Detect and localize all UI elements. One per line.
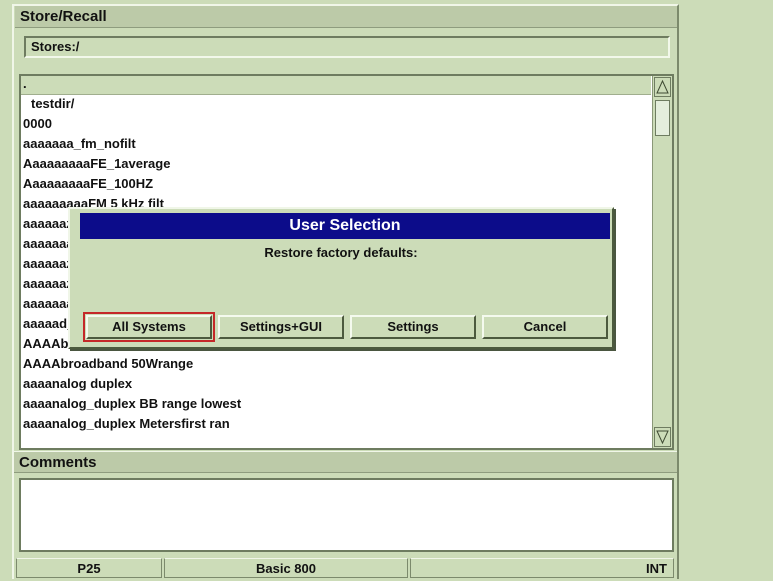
- comments-header: Comments: [14, 451, 677, 473]
- list-item[interactable]: aaaaaaa: [23, 294, 74, 314]
- list-item[interactable]: aaaaaaz: [23, 254, 73, 274]
- status-mode: Basic 800: [164, 558, 408, 578]
- status-bar: P25 Basic 800 INT: [14, 558, 677, 579]
- scroll-thumb[interactable]: [655, 100, 670, 136]
- list-item[interactable]: .: [23, 76, 27, 94]
- list-item[interactable]: aaaaaaz: [23, 214, 73, 234]
- list-item[interactable]: aaaaad_: [23, 314, 74, 334]
- list-item[interactable]: 0000: [23, 114, 52, 134]
- list-item[interactable]: aaaanalog duplex: [23, 374, 132, 394]
- list-item[interactable]: AaaaaaaaaFE_1average: [23, 154, 170, 174]
- triangle-up-icon: [656, 79, 669, 94]
- list-item[interactable]: aaaaaaa_fm_nofilt: [23, 134, 136, 154]
- list-scrollbar[interactable]: [652, 76, 672, 448]
- cancel-button[interactable]: Cancel: [482, 315, 608, 339]
- list-item[interactable]: aaaanalog_duplex BB range lowest: [23, 394, 241, 414]
- scroll-up-arrow[interactable]: [654, 77, 671, 97]
- user-selection-dialog: User Selection Restore factory defaults:…: [68, 207, 614, 349]
- status-reference: INT: [410, 558, 674, 578]
- status-protocol: P25: [16, 558, 162, 578]
- list-item[interactable]: testdir/: [31, 94, 74, 114]
- dialog-title: User Selection: [80, 213, 610, 239]
- list-item-selected[interactable]: [21, 76, 651, 95]
- list-item[interactable]: AAAAbroadband 50Wrange: [23, 354, 193, 374]
- path-field[interactable]: Stores:/: [24, 36, 670, 58]
- settings-button[interactable]: Settings: [350, 315, 476, 339]
- triangle-down-icon: [656, 430, 669, 445]
- list-item[interactable]: aaaanalog_duplex Metersfirst ran: [23, 414, 230, 434]
- comments-textarea[interactable]: [19, 478, 674, 552]
- list-item[interactable]: aaaaaaz: [23, 274, 73, 294]
- all-systems-button[interactable]: All Systems: [83, 312, 215, 342]
- settings-gui-button[interactable]: Settings+GUI: [218, 315, 344, 339]
- list-item[interactable]: aaaaaaa: [23, 234, 74, 254]
- window-title: Store/Recall: [15, 6, 677, 28]
- dialog-message: Restore factory defaults:: [264, 245, 418, 260]
- list-item[interactable]: AaaaaaaaaFE_100HZ: [23, 174, 153, 194]
- scroll-down-arrow[interactable]: [654, 427, 671, 447]
